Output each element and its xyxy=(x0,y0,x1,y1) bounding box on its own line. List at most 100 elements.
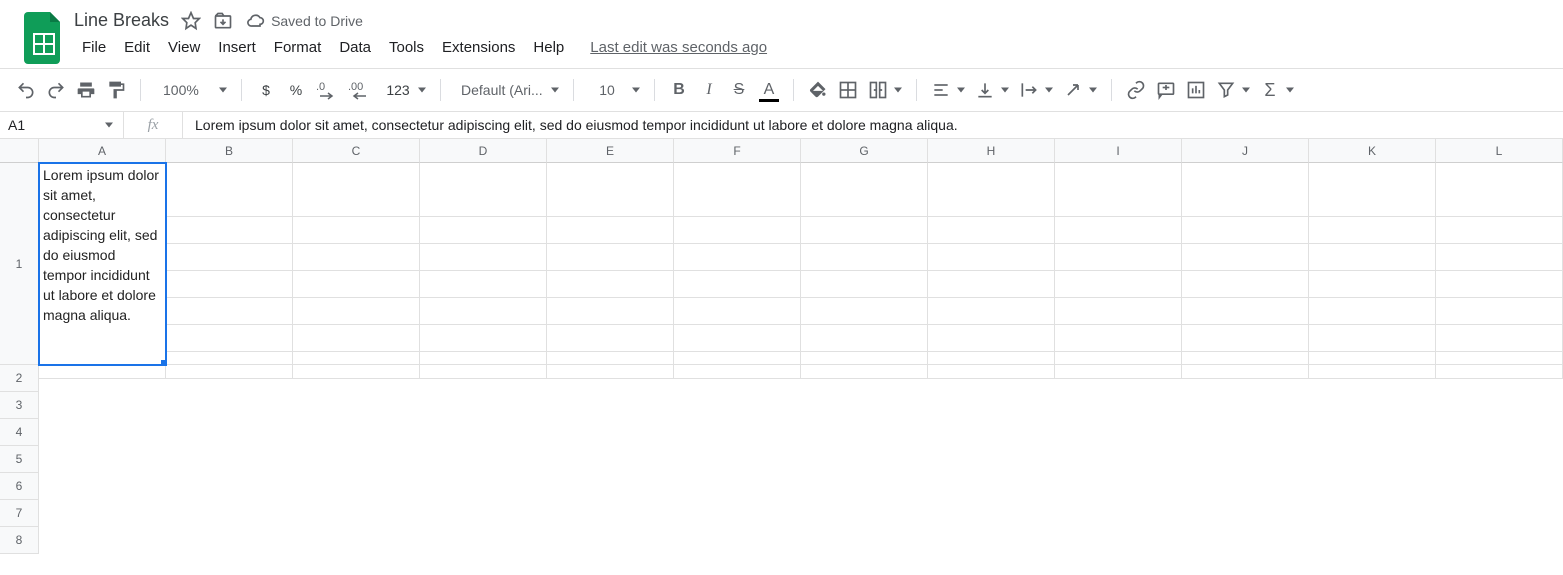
text-rotation-dropdown[interactable] xyxy=(1059,75,1087,105)
column-header-A[interactable]: A xyxy=(39,139,166,163)
row-header-8[interactable]: 8 xyxy=(0,527,39,554)
row-header-5[interactable]: 5 xyxy=(0,446,39,473)
save-status[interactable]: Saved to Drive xyxy=(245,11,363,31)
column-header-H[interactable]: H xyxy=(928,139,1055,163)
column-header-J[interactable]: J xyxy=(1182,139,1309,163)
cell-H2[interactable] xyxy=(928,190,1055,217)
cell-B3[interactable] xyxy=(166,217,293,244)
paint-format-button[interactable] xyxy=(102,75,130,105)
cells-area[interactable]: Lorem ipsum dolor sit amet, consectetur … xyxy=(39,163,1563,554)
cell-E7[interactable] xyxy=(547,325,674,352)
cell-I6[interactable] xyxy=(1055,298,1182,325)
insert-comment-button[interactable] xyxy=(1152,75,1180,105)
cell-C8[interactable] xyxy=(293,352,420,379)
menu-file[interactable]: File xyxy=(74,35,114,60)
cell-D6[interactable] xyxy=(420,298,547,325)
cell-J2[interactable] xyxy=(1182,190,1309,217)
cell-D4[interactable] xyxy=(420,244,547,271)
undo-button[interactable] xyxy=(12,75,40,105)
cell-L5[interactable] xyxy=(1436,271,1563,298)
menu-format[interactable]: Format xyxy=(266,35,330,60)
row-header-2[interactable]: 2 xyxy=(0,365,39,392)
cell-C7[interactable] xyxy=(293,325,420,352)
bold-button[interactable]: B xyxy=(665,75,693,105)
column-header-L[interactable]: L xyxy=(1436,139,1563,163)
cell-I4[interactable] xyxy=(1055,244,1182,271)
percent-button[interactable]: % xyxy=(282,75,310,105)
cell-J8[interactable] xyxy=(1182,352,1309,379)
cell-J4[interactable] xyxy=(1182,244,1309,271)
column-header-G[interactable]: G xyxy=(801,139,928,163)
column-header-E[interactable]: E xyxy=(547,139,674,163)
document-title[interactable]: Line Breaks xyxy=(74,10,169,31)
cell-K3[interactable] xyxy=(1309,217,1436,244)
selection-handle[interactable] xyxy=(161,360,166,365)
cell-J6[interactable] xyxy=(1182,298,1309,325)
currency-button[interactable]: $ xyxy=(252,75,280,105)
row-header-1[interactable]: 1 xyxy=(0,163,39,365)
formula-input[interactable]: Lorem ipsum dolor sit amet, consectetur … xyxy=(183,117,1563,133)
row-header-3[interactable]: 3 xyxy=(0,392,39,419)
cell-K2[interactable] xyxy=(1309,190,1436,217)
cell-I7[interactable] xyxy=(1055,325,1182,352)
cell-F8[interactable] xyxy=(674,352,801,379)
cell-K4[interactable] xyxy=(1309,244,1436,271)
cell-F7[interactable] xyxy=(674,325,801,352)
cell-F2[interactable] xyxy=(674,190,801,217)
cell-L3[interactable] xyxy=(1436,217,1563,244)
redo-button[interactable] xyxy=(42,75,70,105)
merge-cells-dropdown[interactable] xyxy=(864,75,892,105)
row-header-6[interactable]: 6 xyxy=(0,473,39,500)
borders-button[interactable] xyxy=(834,75,862,105)
horizontal-align-dropdown[interactable] xyxy=(927,75,955,105)
cell-D7[interactable] xyxy=(420,325,547,352)
cell-E2[interactable] xyxy=(547,190,674,217)
column-header-C[interactable]: C xyxy=(293,139,420,163)
italic-button[interactable]: I xyxy=(695,75,723,105)
menu-edit[interactable]: Edit xyxy=(116,35,158,60)
last-edit-link[interactable]: Last edit was seconds ago xyxy=(590,39,767,56)
menu-tools[interactable]: Tools xyxy=(381,35,432,60)
cell-H8[interactable] xyxy=(928,352,1055,379)
strikethrough-button[interactable]: S xyxy=(725,75,753,105)
row-header-4[interactable]: 4 xyxy=(0,419,39,446)
menu-data[interactable]: Data xyxy=(331,35,379,60)
cell-E4[interactable] xyxy=(547,244,674,271)
cell-J5[interactable] xyxy=(1182,271,1309,298)
cell-K7[interactable] xyxy=(1309,325,1436,352)
cell-G5[interactable] xyxy=(801,271,928,298)
cell-F3[interactable] xyxy=(674,217,801,244)
menu-help[interactable]: Help xyxy=(525,35,572,60)
move-icon[interactable] xyxy=(213,11,233,31)
decrease-decimal-button[interactable]: .0 xyxy=(312,75,342,105)
cell-I2[interactable] xyxy=(1055,190,1182,217)
cell-C3[interactable] xyxy=(293,217,420,244)
cell-E8[interactable] xyxy=(547,352,674,379)
vertical-align-dropdown[interactable] xyxy=(971,75,999,105)
insert-chart-button[interactable] xyxy=(1182,75,1210,105)
select-all-corner[interactable] xyxy=(0,139,39,163)
cell-C6[interactable] xyxy=(293,298,420,325)
column-header-K[interactable]: K xyxy=(1309,139,1436,163)
menu-extensions[interactable]: Extensions xyxy=(434,35,523,60)
cell-K5[interactable] xyxy=(1309,271,1436,298)
cell-E6[interactable] xyxy=(547,298,674,325)
fill-color-button[interactable] xyxy=(804,75,832,105)
cell-B4[interactable] xyxy=(166,244,293,271)
cell-D8[interactable] xyxy=(420,352,547,379)
cell-L2[interactable] xyxy=(1436,190,1563,217)
cell-D3[interactable] xyxy=(420,217,547,244)
cell-E5[interactable] xyxy=(547,271,674,298)
menu-view[interactable]: View xyxy=(160,35,208,60)
cell-J3[interactable] xyxy=(1182,217,1309,244)
cell-L6[interactable] xyxy=(1436,298,1563,325)
increase-decimal-button[interactable]: .00 xyxy=(344,75,378,105)
column-header-D[interactable]: D xyxy=(420,139,547,163)
cell-H3[interactable] xyxy=(928,217,1055,244)
cell-E3[interactable] xyxy=(547,217,674,244)
text-wrap-dropdown[interactable] xyxy=(1015,75,1043,105)
functions-dropdown[interactable]: Σ xyxy=(1256,75,1284,105)
font-family-dropdown[interactable]: Default (Ari... xyxy=(451,75,563,105)
cell-B7[interactable] xyxy=(166,325,293,352)
row-header-7[interactable]: 7 xyxy=(0,500,39,527)
